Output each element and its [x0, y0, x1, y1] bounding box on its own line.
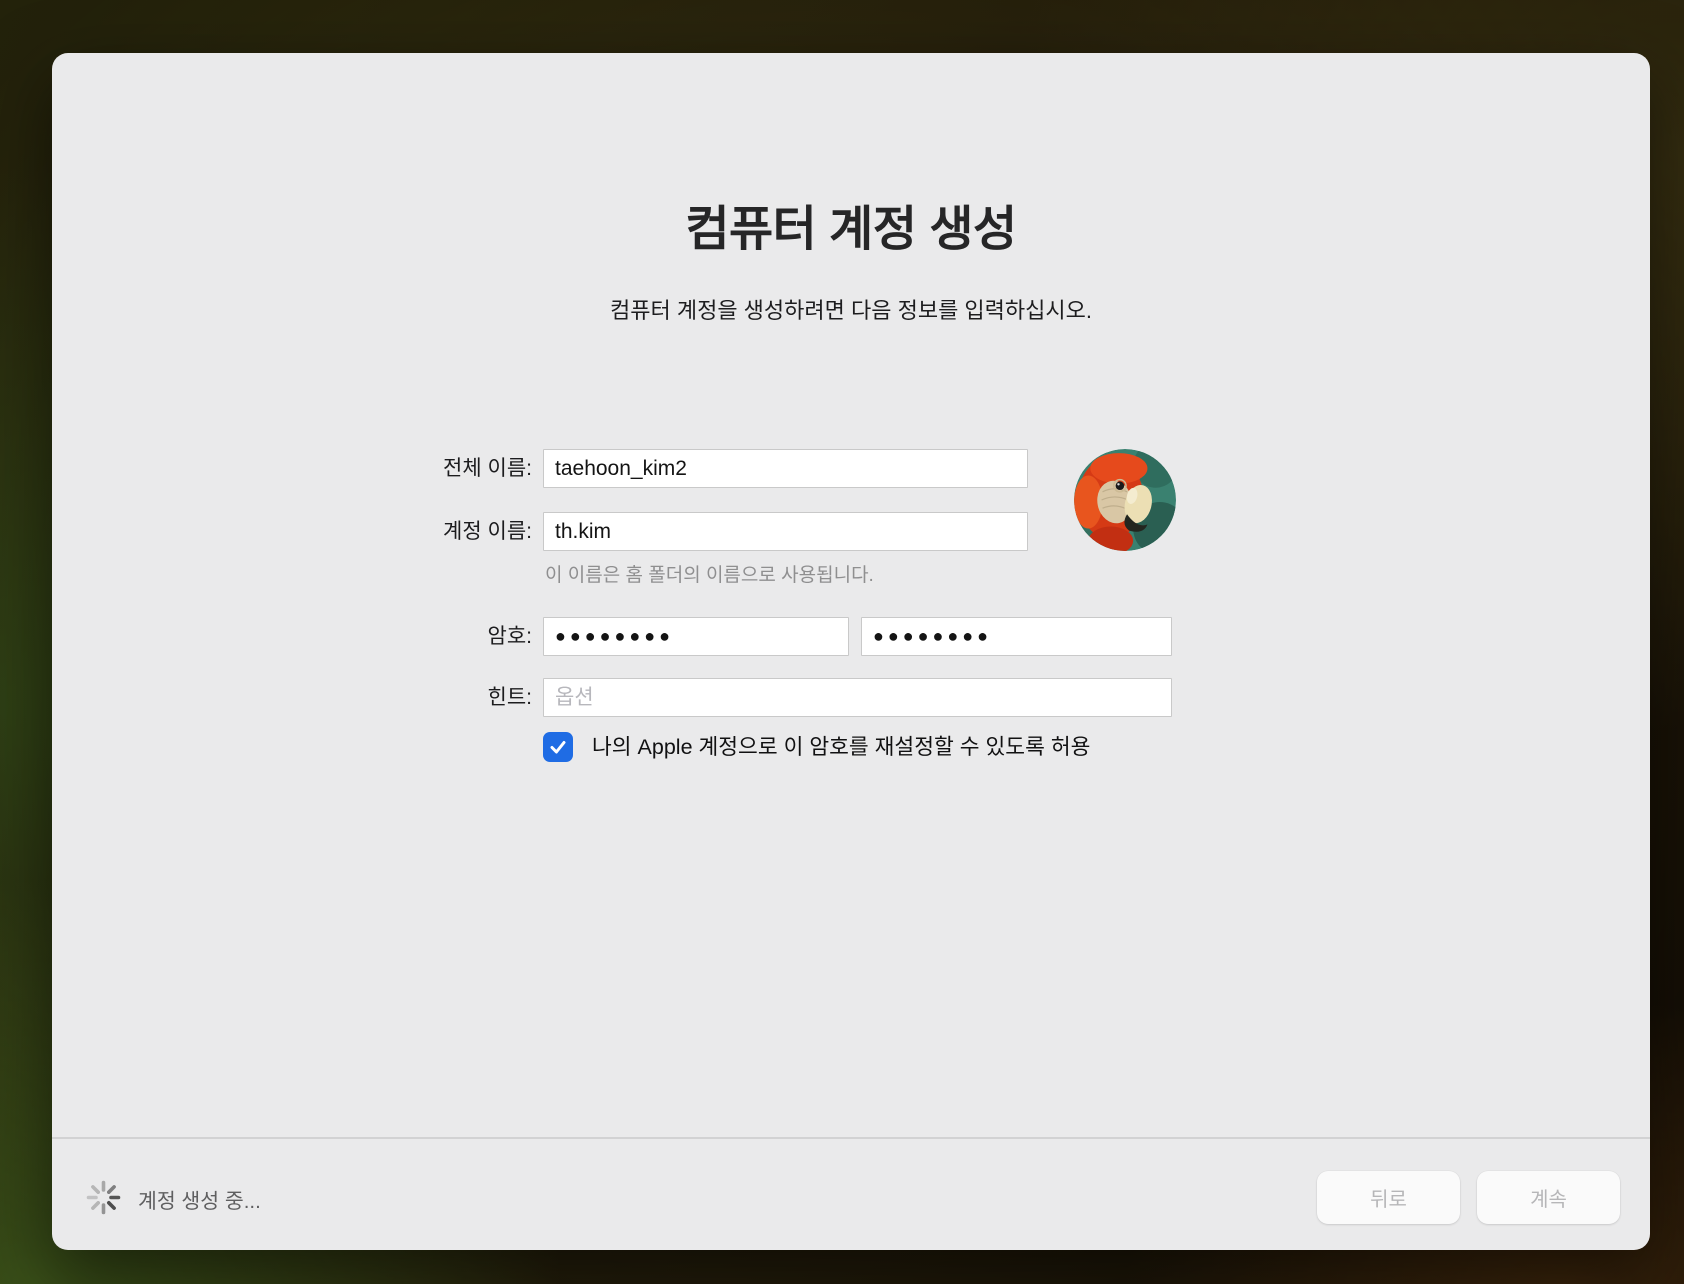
full-name-input[interactable]: [543, 449, 1028, 488]
page-title: 컴퓨터 계정 생성: [52, 189, 1650, 259]
password-verify-input[interactable]: [861, 617, 1172, 656]
status-text: 계정 생성 중...: [138, 1184, 261, 1214]
account-name-input[interactable]: [543, 512, 1028, 551]
allow-apple-reset-checkbox[interactable]: [543, 732, 573, 762]
setup-assistant-window: 컴퓨터 계정 생성 컴퓨터 계정을 생성하려면 다음 정보를 입력하십시오. 전…: [52, 53, 1650, 1250]
hint-label: 힌트:: [232, 678, 532, 717]
account-name-label: 계정 이름:: [232, 512, 532, 551]
full-name-label: 전체 이름:: [232, 449, 532, 488]
account-name-helper-text: 이 이름은 홈 폴더의 이름으로 사용됩니다.: [545, 560, 874, 587]
parrot-avatar-image: [1074, 449, 1176, 551]
password-input[interactable]: [543, 617, 849, 656]
checkmark-icon: [548, 737, 568, 757]
account-avatar[interactable]: [1074, 449, 1176, 551]
hint-input[interactable]: [543, 678, 1172, 717]
back-button[interactable]: 뒤로: [1317, 1171, 1460, 1224]
progress-spinner-icon: [85, 1179, 122, 1216]
continue-button[interactable]: 계속: [1477, 1171, 1620, 1224]
allow-apple-reset-label: 나의 Apple 계정으로 이 암호를 재설정할 수 있도록 허용: [592, 732, 1090, 763]
password-label: 암호:: [232, 617, 532, 656]
page-subtitle: 컴퓨터 계정을 생성하려면 다음 정보를 입력하십시오.: [52, 293, 1650, 325]
footer-divider: [52, 1137, 1650, 1139]
